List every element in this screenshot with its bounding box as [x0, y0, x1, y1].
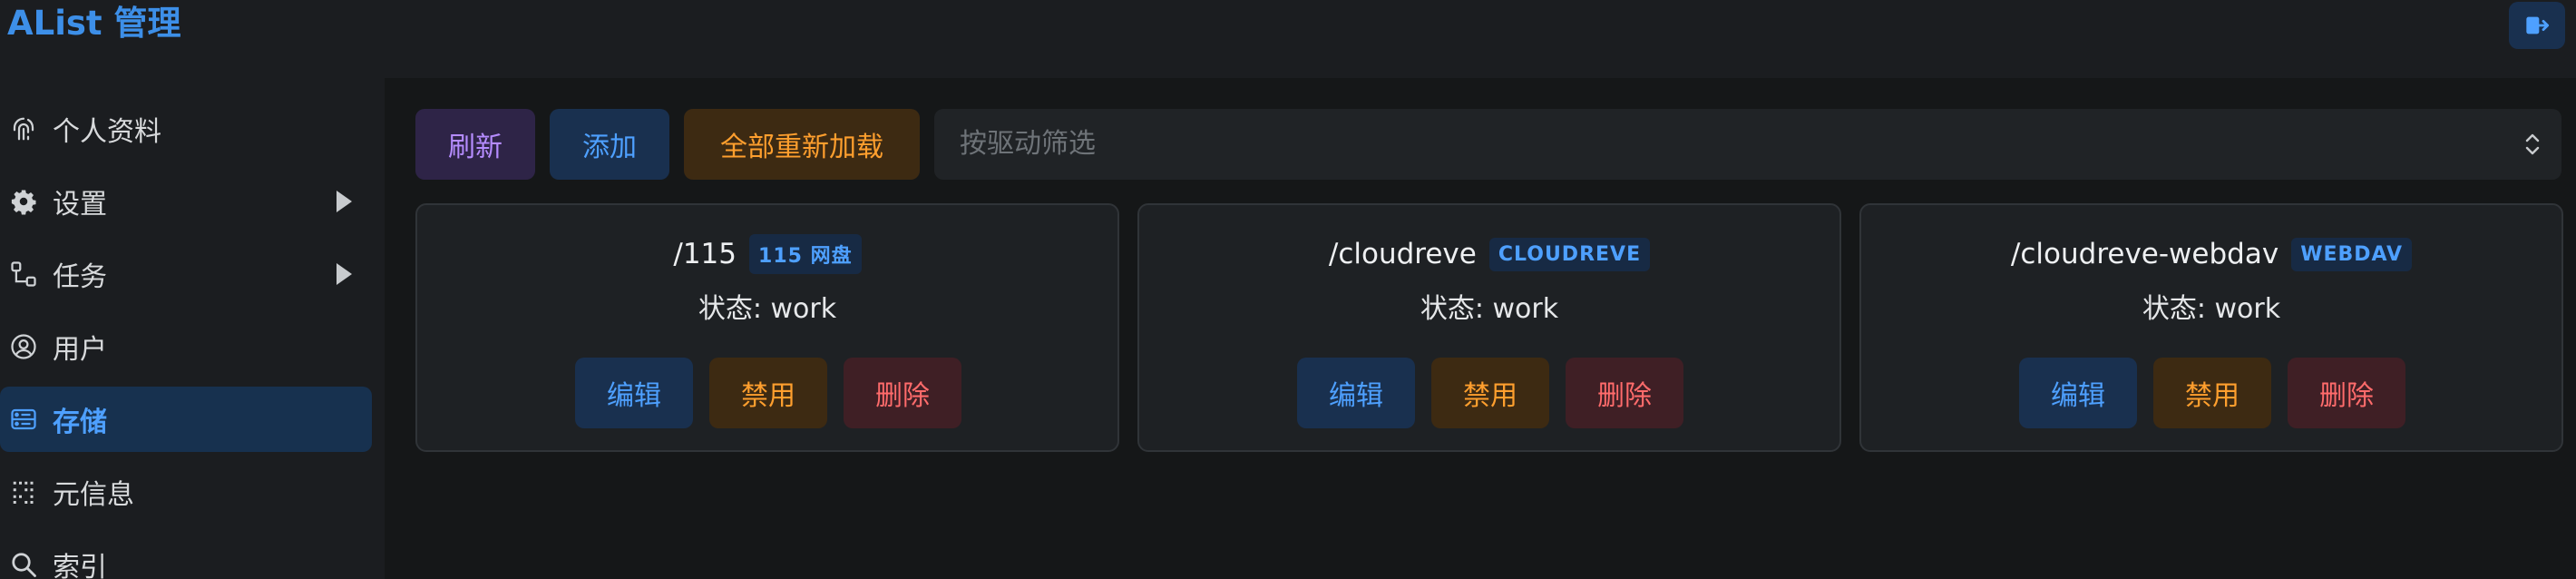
storage-icon: [9, 405, 38, 434]
sidebar-item-tasks[interactable]: 任务: [0, 241, 372, 307]
edit-button[interactable]: 编辑: [1297, 358, 1415, 428]
sidebar-item-settings[interactable]: 设置: [0, 169, 372, 234]
driver-badge: 115 网盘: [749, 234, 862, 274]
expand-arrow-icon[interactable]: [332, 188, 356, 215]
task-flow-icon: [9, 260, 38, 289]
delete-button[interactable]: 删除: [1566, 358, 1683, 428]
reload-all-button[interactable]: 全部重新加载: [684, 109, 920, 180]
disable-button[interactable]: 禁用: [709, 358, 827, 428]
sidebar-item-index[interactable]: 索引: [0, 532, 372, 579]
delete-button[interactable]: 删除: [2288, 358, 2405, 428]
storage-card: /115 115 网盘 状态: work 编辑 禁用 删除: [415, 203, 1119, 452]
driver-badge: CLOUDREVE: [1488, 237, 1651, 271]
disable-button[interactable]: 禁用: [2153, 358, 2271, 428]
sidebar-item-label: 设置: [53, 189, 107, 221]
sidebar-item-label: 存储: [53, 407, 107, 438]
storage-status: 状态: work: [2142, 293, 2281, 325]
sidebar-item-metadata[interactable]: 元信息: [0, 459, 372, 525]
storage-card: /cloudreve-webdav WEBDAV 状态: work 编辑 禁用 …: [1859, 203, 2563, 452]
gear-icon: [9, 187, 38, 216]
search-icon: [9, 550, 38, 579]
sidebar-item-label: 元信息: [53, 479, 134, 511]
sidebar-item-storage[interactable]: 存储: [0, 387, 372, 452]
sidebar-item-label: 用户: [53, 334, 107, 366]
sidebar-item-users[interactable]: 用户: [0, 314, 372, 379]
storage-card: /cloudreve CLOUDREVE 状态: work 编辑 禁用 删除: [1137, 203, 1841, 452]
sidebar: 个人资料 设置 任务 用户 存储 元信息 索引: [0, 78, 385, 579]
storage-status: 状态: work: [1420, 293, 1559, 325]
user-icon: [9, 332, 38, 361]
edit-button[interactable]: 编辑: [2019, 358, 2137, 428]
storage-path: /cloudreve-webdav: [2010, 238, 2279, 270]
disable-button[interactable]: 禁用: [1431, 358, 1549, 428]
app-title: AList 管理: [7, 4, 181, 43]
driver-filter-select[interactable]: 按驱动筛选: [934, 109, 2561, 180]
add-button[interactable]: 添加: [550, 109, 669, 180]
sidebar-item-label: 索引: [53, 552, 107, 579]
logout-button[interactable]: [2509, 2, 2565, 49]
sidebar-item-label: 任务: [53, 261, 107, 293]
metadata-icon: [9, 477, 38, 506]
storage-status: 状态: work: [698, 293, 837, 325]
refresh-button[interactable]: 刷新: [415, 109, 535, 180]
sidebar-item-profile[interactable]: 个人资料: [0, 96, 372, 162]
sidebar-item-label: 个人资料: [53, 116, 161, 148]
top-header: AList 管理: [0, 0, 2576, 78]
chevron-up-down-icon: [2525, 133, 2540, 155]
expand-arrow-icon[interactable]: [332, 260, 356, 288]
storage-path: /115: [673, 238, 737, 270]
driver-badge: WEBDAV: [2291, 237, 2413, 271]
storage-path: /cloudreve: [1328, 238, 1477, 270]
edit-button[interactable]: 编辑: [575, 358, 693, 428]
driver-filter-placeholder: 按驱动筛选: [960, 128, 1096, 160]
delete-button[interactable]: 删除: [844, 358, 961, 428]
fingerprint-icon: [9, 114, 38, 143]
logout-icon: [2526, 16, 2550, 34]
